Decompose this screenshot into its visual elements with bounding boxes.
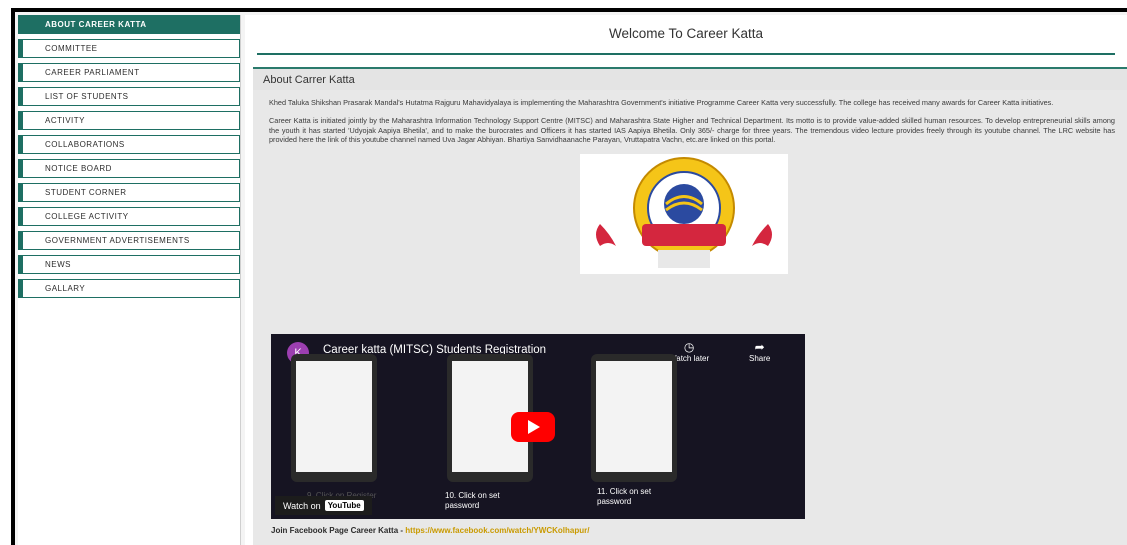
play-button[interactable] xyxy=(511,412,555,442)
sidebar-item-activity[interactable]: ACTIVITY xyxy=(18,111,240,130)
step-caption: 10. Click on set password xyxy=(445,491,500,510)
sidebar-item-about-career-katta[interactable]: ABOUT CAREER KATTA xyxy=(18,15,240,34)
mitsc-logo xyxy=(580,153,788,274)
sidebar-item-notice-board[interactable]: NOTICE BOARD xyxy=(18,159,240,178)
sidebar-item-list-of-students[interactable]: LIST OF STUDENTS xyxy=(18,87,240,106)
facebook-label: Join Facebook Page Career Katta - xyxy=(271,526,406,535)
mitsc-logo-graphic xyxy=(596,156,772,268)
watch-on-label: Watch on xyxy=(283,500,321,511)
phone-screenshot xyxy=(591,354,677,482)
phone-screen xyxy=(296,361,372,472)
step-caption: 11. Click on set password xyxy=(597,487,652,506)
sidebar-item-career-parliament[interactable]: CAREER PARLIAMENT xyxy=(18,63,240,82)
sidebar-item-student-corner[interactable]: STUDENT CORNER xyxy=(18,183,240,202)
clock-icon: ◷ xyxy=(683,340,695,354)
page-title: Welcome To Career Katta xyxy=(608,26,764,41)
sidebar-nav: ABOUT CAREER KATTA COMMITTEE CAREER PARL… xyxy=(18,15,241,545)
sidebar-item-committee[interactable]: COMMITTEE xyxy=(18,39,240,58)
sidebar-item-collaborations[interactable]: COLLABORATIONS xyxy=(18,135,240,154)
main-content: Welcome To Career Katta About Carrer Kat… xyxy=(245,15,1127,545)
sidebar-item-gallary[interactable]: GALLARY xyxy=(18,279,240,298)
title-divider xyxy=(257,53,1115,55)
section-heading: About Carrer Katta xyxy=(253,67,1127,90)
phone-screen xyxy=(596,361,672,472)
description-paragraph: Career Katta is initiated jointly by the… xyxy=(269,116,1115,145)
share-button[interactable]: ➦ Share xyxy=(749,340,770,363)
sidebar-item-government-advertisements[interactable]: GOVERNMENT ADVERTISEMENTS xyxy=(18,231,240,250)
youtube-video-embed[interactable]: K Career katta (MITSC) Students Registra… xyxy=(271,334,805,519)
facebook-line: Join Facebook Page Career Katta - https:… xyxy=(271,526,589,535)
sidebar-item-news[interactable]: NEWS xyxy=(18,255,240,274)
sidebar-item-college-activity[interactable]: COLLEGE ACTIVITY xyxy=(18,207,240,226)
intro-paragraph: Khed Taluka Shikshan Prasarak Mandal's H… xyxy=(269,98,1054,107)
share-icon: ➦ xyxy=(754,340,765,354)
share-label: Share xyxy=(749,354,771,363)
phone-screenshot xyxy=(291,354,377,482)
facebook-link[interactable]: https://www.facebook.com/watch/YWCKolhap… xyxy=(405,526,589,535)
watch-on-youtube-button[interactable]: Watch on YouTube xyxy=(275,496,372,515)
youtube-logo: YouTube xyxy=(324,500,364,511)
page-frame: ABOUT CAREER KATTA COMMITTEE CAREER PARL… xyxy=(11,8,1127,545)
